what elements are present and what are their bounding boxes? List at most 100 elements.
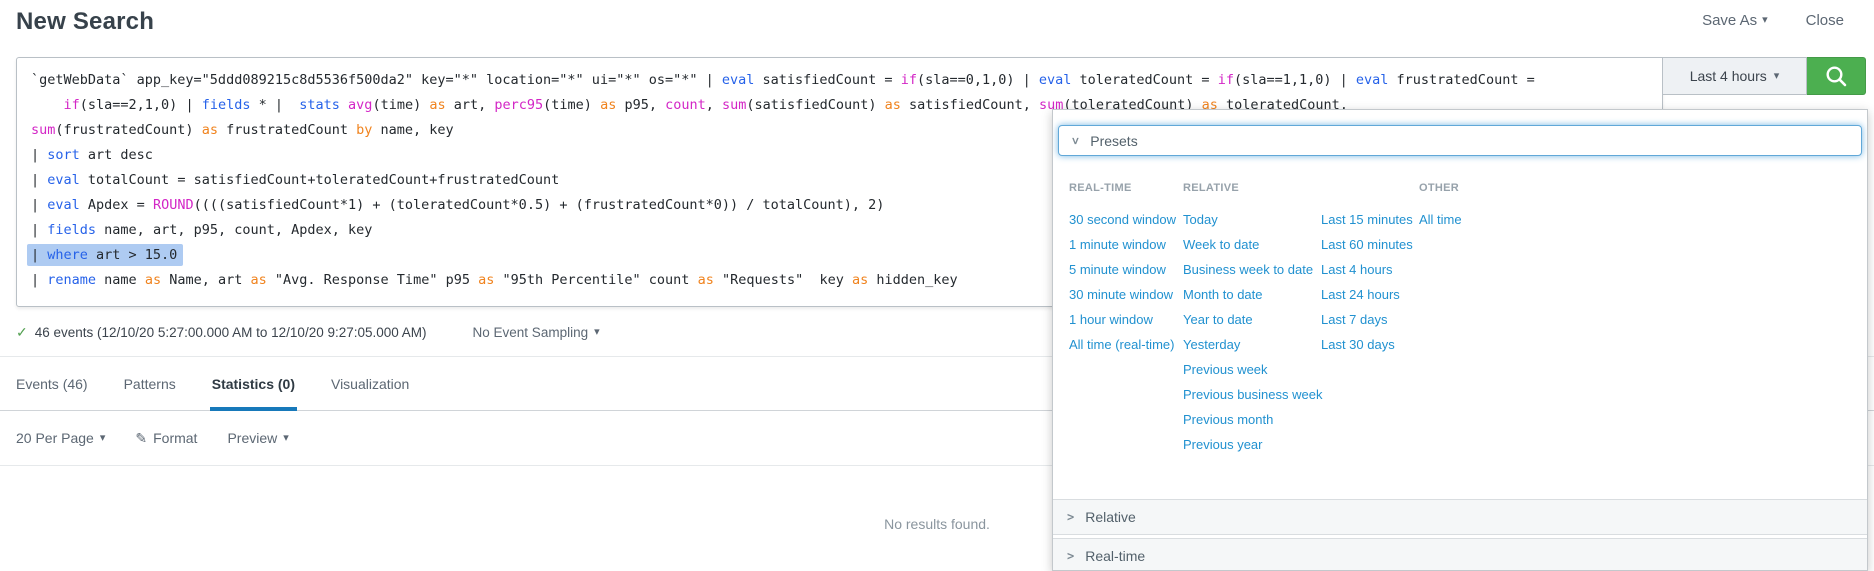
query-token: p95, — [616, 97, 665, 113]
query-token: by — [356, 122, 372, 138]
presets-accordion-header[interactable]: > Presets — [1058, 125, 1862, 156]
preset-link[interactable]: 5 minute window — [1069, 257, 1176, 282]
tab-events[interactable]: Events (46) — [16, 357, 88, 411]
preset-link[interactable]: Previous business week — [1183, 382, 1322, 407]
query-token: as — [698, 272, 714, 288]
query-token: sum — [31, 122, 55, 138]
preset-link[interactable]: Month to date — [1183, 282, 1322, 307]
preset-column-heading: OTHER — [1419, 182, 1462, 200]
preset-link[interactable]: 1 minute window — [1069, 232, 1176, 257]
query-token: frustratedCount — [218, 122, 356, 138]
preset-link[interactable]: Last 4 hours — [1321, 257, 1413, 282]
close-button[interactable]: Close — [1806, 12, 1844, 29]
query-token: (time) — [372, 97, 429, 113]
check-icon: ✓ — [16, 324, 28, 341]
query-token: | — [31, 222, 47, 238]
query-token: | — [31, 147, 47, 163]
query-token: (satisfiedCount) — [746, 97, 884, 113]
caret-down-icon: ▾ — [594, 327, 600, 338]
accordion-relative[interactable]: > Relative — [1053, 499, 1867, 535]
preset-link[interactable]: Last 60 minutes — [1321, 232, 1413, 257]
query-line: `getWebData` app_key="5ddd089215c8d5536f… — [31, 68, 1648, 93]
query-token: rename — [47, 272, 96, 288]
save-as-button[interactable]: Save As ▾ — [1702, 12, 1768, 29]
preset-column-heading: REAL-TIME — [1069, 182, 1176, 200]
tab-visualization[interactable]: Visualization — [331, 357, 409, 411]
preset-link[interactable]: Yesterday — [1183, 332, 1322, 357]
query-token: if — [901, 72, 917, 88]
preset-link[interactable]: Previous month — [1183, 407, 1322, 432]
query-token: hidden_key — [868, 272, 957, 288]
query-token: art > 15.0 — [88, 247, 177, 263]
query-token: * | — [250, 97, 299, 113]
preset-link[interactable]: Year to date — [1183, 307, 1322, 332]
preset-column-heading: RELATIVE — [1183, 182, 1322, 200]
query-token — [31, 97, 64, 113]
preset-column-heading — [1321, 182, 1413, 200]
event-sampling-label: No Event Sampling — [473, 325, 589, 340]
query-token: art desc — [80, 147, 153, 163]
time-range-picker[interactable]: Last 4 hours ▾ — [1663, 57, 1807, 95]
tab-statistics[interactable]: Statistics (0) — [212, 357, 295, 411]
query-token: | — [31, 172, 47, 188]
preset-link[interactable]: Previous year — [1183, 432, 1322, 457]
event-sampling-menu[interactable]: No Event Sampling ▾ — [473, 325, 600, 340]
query-token: as — [852, 272, 868, 288]
query-token: if — [64, 97, 80, 113]
query-token: ((((satisfiedCount*1) + (toleratedCount*… — [194, 197, 885, 213]
presets-label: Presets — [1090, 133, 1137, 149]
highlighted-query-segment: | where art > 15.0 — [27, 244, 183, 266]
query-token: (sla==1,1,0) | — [1234, 72, 1356, 88]
query-token: , — [706, 97, 722, 113]
query-token: `getWebData` app_key="5ddd089215c8d5536f… — [31, 72, 722, 88]
query-token: count — [665, 97, 706, 113]
preset-column: REAL-TIME 30 second window1 minute window… — [1069, 182, 1176, 357]
chevron-right-icon: > — [1067, 511, 1074, 523]
preset-link[interactable]: All time — [1419, 207, 1462, 232]
preset-link[interactable]: Last 7 days — [1321, 307, 1413, 332]
query-token: | — [31, 247, 47, 263]
preview-label: Preview — [227, 430, 277, 446]
query-token: as — [600, 97, 616, 113]
per-page-label: 20 Per Page — [16, 430, 94, 446]
format-button[interactable]: ✎ Format — [135, 430, 197, 447]
query-token: as — [429, 97, 445, 113]
chevron-right-icon: > — [1067, 550, 1074, 562]
tab-patterns[interactable]: Patterns — [124, 357, 176, 411]
search-button[interactable] — [1807, 57, 1866, 95]
preview-menu[interactable]: Preview ▾ — [227, 430, 288, 446]
dropdown-pointer — [1729, 109, 1745, 110]
caret-down-icon: ▾ — [283, 433, 289, 444]
query-token: fields — [202, 97, 251, 113]
query-token: as — [251, 272, 267, 288]
preset-link[interactable]: Last 15 minutes — [1321, 207, 1413, 232]
preset-link[interactable]: 30 second window — [1069, 207, 1176, 232]
query-token: fields — [47, 222, 96, 238]
caret-down-icon: ▾ — [1774, 71, 1780, 82]
per-page-menu[interactable]: 20 Per Page ▾ — [16, 430, 105, 446]
accordion-label: Relative — [1085, 509, 1136, 525]
query-token: art, — [446, 97, 495, 113]
query-token: toleratedCount = — [1071, 72, 1217, 88]
accordion-real-time[interactable]: >Real-time — [1053, 538, 1867, 571]
query-token: eval — [47, 197, 80, 213]
query-token: "Avg. Response Time" p95 — [267, 272, 478, 288]
preset-link[interactable]: Today — [1183, 207, 1322, 232]
query-token: avg — [348, 97, 372, 113]
preset-link[interactable]: 30 minute window — [1069, 282, 1176, 307]
preset-link[interactable]: All time (real-time) — [1069, 332, 1176, 357]
query-token: ROUND — [153, 197, 194, 213]
query-token: satisfiedCount, — [901, 97, 1039, 113]
preset-link[interactable]: 1 hour window — [1069, 307, 1176, 332]
preset-link[interactable]: Last 30 days — [1321, 332, 1413, 357]
preset-link[interactable]: Week to date — [1183, 232, 1322, 257]
query-token: eval — [722, 72, 755, 88]
query-token: as — [885, 97, 901, 113]
preset-link[interactable]: Previous week — [1183, 357, 1322, 382]
preset-link[interactable]: Last 24 hours — [1321, 282, 1413, 307]
query-token: (sla==0,1,0) | — [917, 72, 1039, 88]
query-token — [340, 97, 348, 113]
preset-link[interactable]: Business week to date — [1183, 257, 1322, 282]
query-token: as — [145, 272, 161, 288]
chevron-down-icon: > — [1070, 137, 1082, 144]
